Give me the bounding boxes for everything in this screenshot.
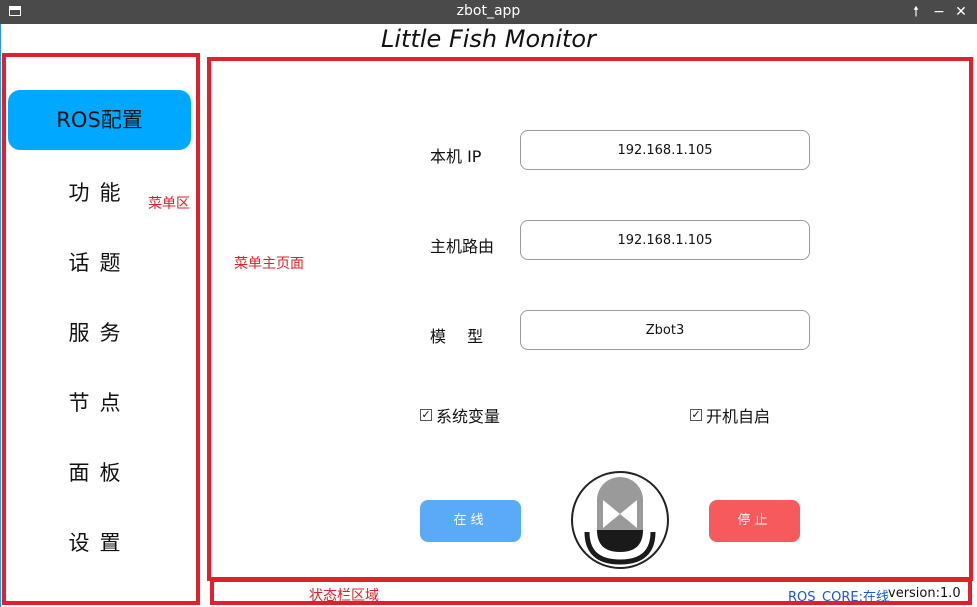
stop-button[interactable]: 停止: [709, 500, 800, 542]
sys-var-label: 系统变量: [436, 407, 501, 426]
model-label: 模 型: [430, 327, 492, 346]
autostart-checkbox[interactable]: ✓ 开机自启: [690, 403, 770, 427]
sys-var-checkbox[interactable]: ✓ 系统变量: [420, 403, 500, 427]
sidebar-item-nodes[interactable]: 节点: [8, 373, 191, 433]
status-area-annotation: 状态栏区域: [309, 588, 379, 604]
host-route-field[interactable]: [520, 220, 810, 260]
online-button[interactable]: 在线: [420, 500, 521, 542]
sidebar-item-settings[interactable]: 设置: [8, 513, 191, 573]
play-icon[interactable]: [570, 470, 670, 570]
sidebar-item-functions[interactable]: 功能: [8, 163, 191, 223]
local-ip-label: 本机 IP: [430, 147, 482, 166]
version-label: version:1.0: [888, 586, 961, 601]
ros-core-status: ROS_CORE:在线: [788, 590, 889, 605]
check-icon: ✓: [690, 408, 702, 421]
sidebar-item-ros-config[interactable]: ROS配置: [8, 90, 191, 150]
minus-icon[interactable]: −: [930, 3, 948, 21]
sidebar-item-services[interactable]: 服务: [8, 303, 191, 363]
close-icon[interactable]: ✕: [952, 3, 970, 21]
arrow-up-icon[interactable]: 🠕: [907, 3, 925, 21]
autostart-label: 开机自启: [706, 407, 771, 426]
page-title: Little Fish Monitor: [381, 25, 596, 53]
model-field[interactable]: [520, 310, 810, 350]
host-route-label: 主机路由: [430, 237, 495, 256]
sidebar-item-panel[interactable]: 面板: [8, 443, 191, 503]
window-title: zbot_app: [456, 3, 521, 19]
main-page-annotation: 菜单主页面: [234, 256, 304, 272]
check-icon: ✓: [420, 408, 432, 421]
local-ip-field[interactable]: [520, 130, 810, 170]
window-border: [0, 24, 1, 607]
window-titlebar: zbot_app 🠕 − ✕: [0, 0, 977, 24]
sidebar-item-topics[interactable]: 话题: [8, 233, 191, 293]
